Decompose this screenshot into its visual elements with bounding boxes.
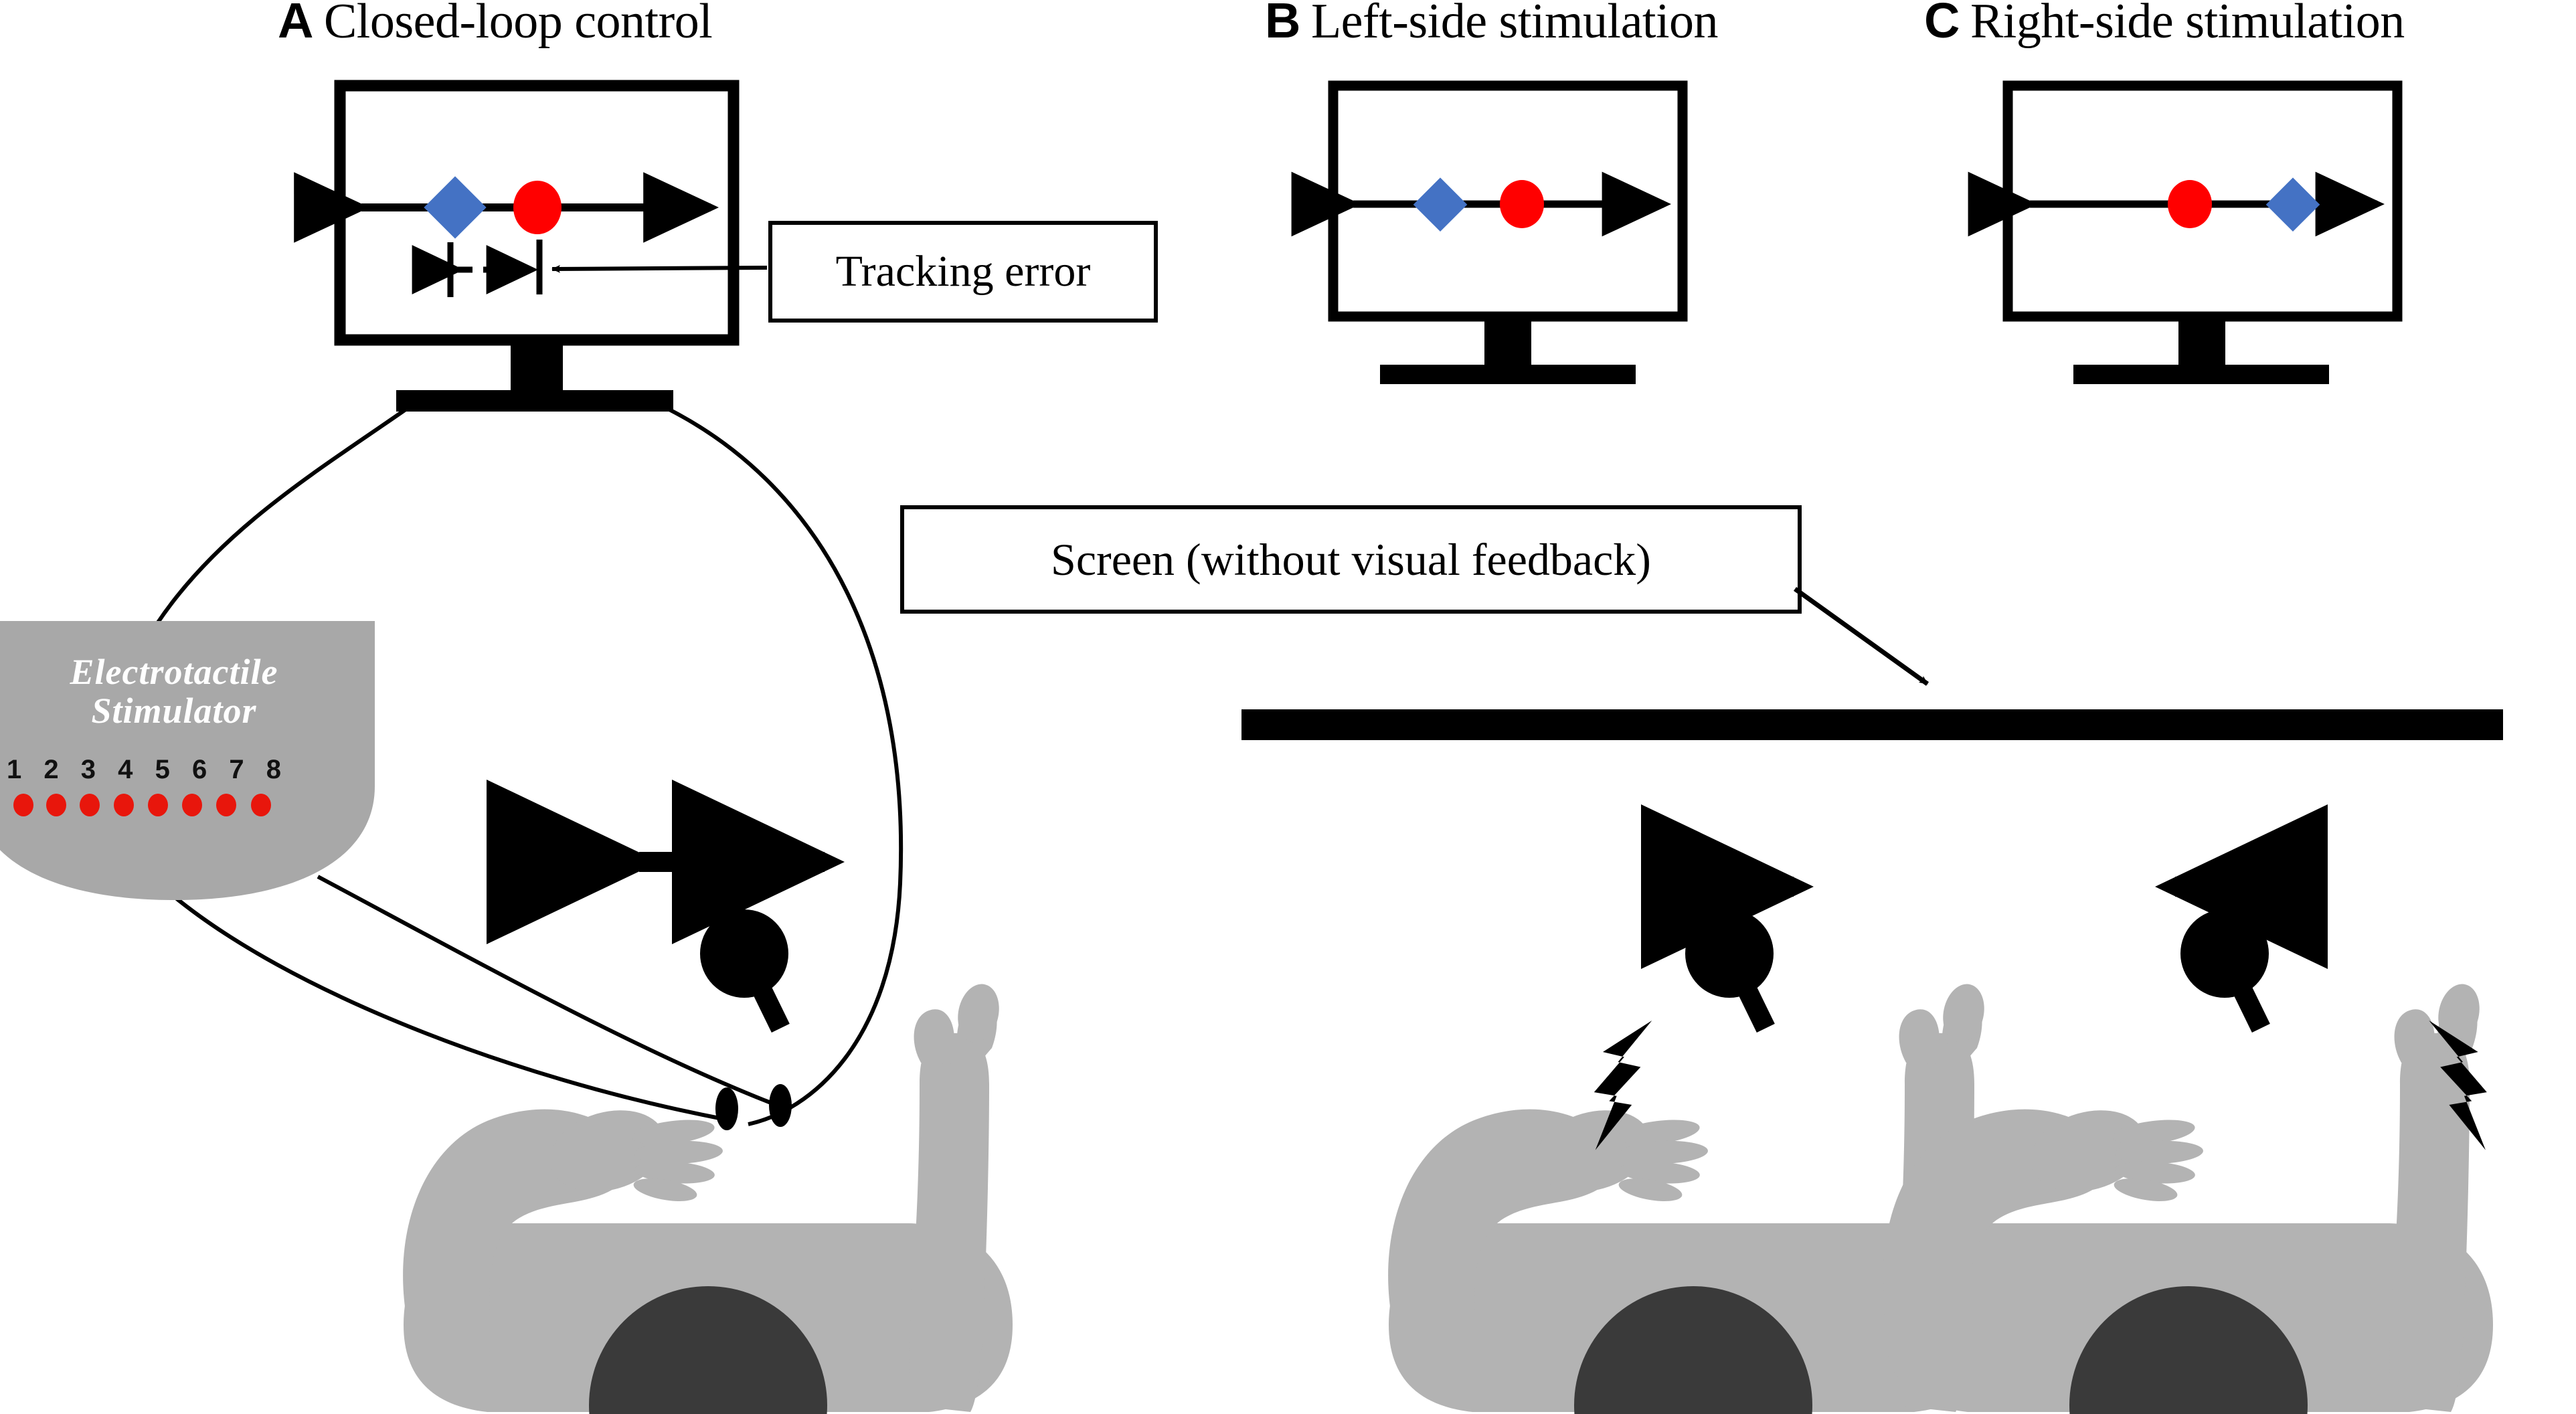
target-circle-b <box>1500 180 1544 228</box>
channel-label-4: 4 <box>118 755 133 784</box>
figure-artwork <box>0 80 2503 1414</box>
panel-c-joystick <box>2180 909 2270 1033</box>
panel-a-subject <box>403 980 1013 1414</box>
occluding-screen-bar <box>1241 709 2503 740</box>
led-4 <box>114 794 134 816</box>
monitor-a-base <box>396 390 673 412</box>
channel-label-2: 2 <box>44 755 59 784</box>
stimulator-title-line2: Stimulator <box>91 691 257 731</box>
led-3 <box>80 794 100 816</box>
channel-label-5: 5 <box>155 755 170 784</box>
led-2 <box>46 794 66 816</box>
monitor-b-base <box>1380 365 1636 384</box>
tracking-error-leader <box>551 264 768 273</box>
channel-label-8: 8 <box>266 755 281 784</box>
stimulator-title-line1: Electrotactile <box>70 652 278 692</box>
electrode-a-2 <box>769 1084 792 1127</box>
panel-b-joystick <box>1685 909 1775 1033</box>
target-circle-a <box>513 181 562 234</box>
led-8 <box>251 794 271 816</box>
stimulator-title: Electrotactile Stimulator <box>0 652 375 731</box>
target-circle-c <box>2168 180 2212 228</box>
led-1 <box>13 794 33 816</box>
led-5 <box>148 794 168 816</box>
cable-monitor-to-stimulator <box>156 408 407 624</box>
electrode-a-1 <box>715 1087 738 1130</box>
screen-callout-leader <box>1793 587 1929 686</box>
panel-a-joystick <box>700 909 790 1033</box>
led-6 <box>182 794 202 816</box>
cable-stimulator-to-electrode-2 <box>171 893 723 1121</box>
panel-b-monitor <box>1291 80 1688 384</box>
monitor-c-base <box>2073 365 2329 384</box>
panel-c-monitor <box>1968 80 2403 384</box>
channel-label-6: 6 <box>191 755 207 784</box>
stimulator-channel-numbers: 1 2 3 4 5 6 7 8 <box>7 755 281 785</box>
cable-stimulator-to-electrode-1 <box>317 875 779 1108</box>
led-7 <box>216 794 236 816</box>
panel-a-monitor <box>294 80 768 412</box>
channel-label-7: 7 <box>229 755 244 784</box>
channel-label-1: 1 <box>7 755 22 784</box>
channel-label-3: 3 <box>80 755 96 784</box>
